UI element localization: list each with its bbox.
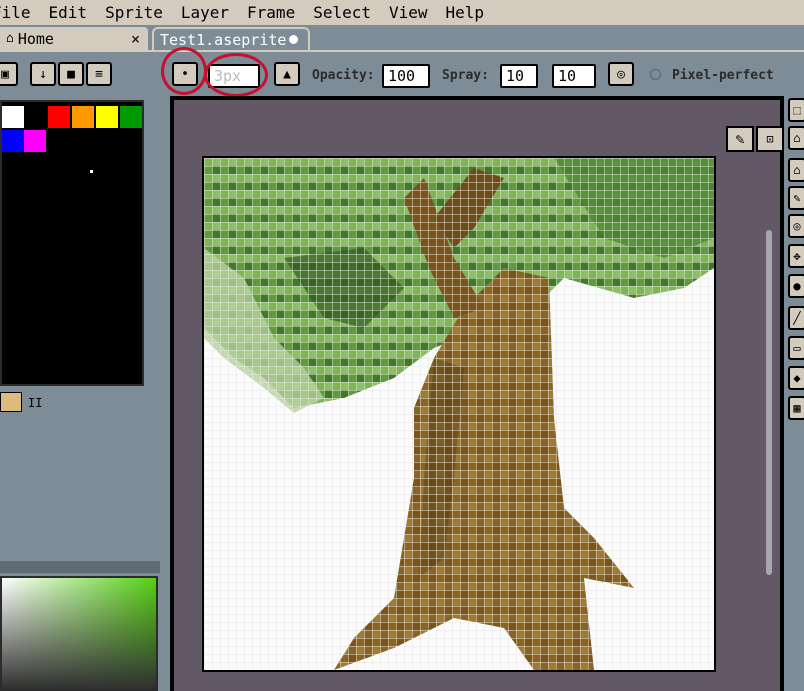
tab-test1-label: Test1.aseprite (160, 30, 287, 49)
palette-swatch-orange[interactable] (72, 106, 94, 128)
move-tool-icon[interactable]: ✥ (788, 244, 804, 268)
tab-home[interactable]: ⌂ Home × (0, 27, 148, 50)
annotation-circle-brush-type (161, 47, 207, 95)
lock-icon[interactable]: ▣ (0, 62, 18, 86)
spray-label: Spray: (442, 68, 489, 83)
marquee-tool-icon[interactable]: ⬚ (788, 98, 804, 122)
lock-toggle-icon[interactable]: ⊡ (756, 126, 784, 152)
brush-shape-icon[interactable]: ▲ (274, 62, 300, 86)
palette-swatch-blue[interactable] (2, 130, 24, 152)
lasso-tool-icon[interactable]: ⌂ (788, 126, 804, 150)
menu-edit[interactable]: Edit (49, 3, 88, 22)
panel-divider[interactable] (0, 561, 160, 573)
pixel-perfect-checkbox[interactable] (650, 69, 661, 80)
menu-view[interactable]: View (389, 3, 428, 22)
modified-dot-icon (289, 35, 298, 44)
sprite-canvas[interactable] (202, 156, 716, 672)
tab-test1[interactable]: Test1.aseprite (152, 27, 310, 50)
blur-tool-icon[interactable]: ▦ (788, 396, 804, 420)
pixel-perfect-label: Pixel-perfect (672, 68, 774, 83)
zoom-tool-icon[interactable]: ◎ (788, 214, 804, 238)
menu-sprite[interactable]: Sprite (105, 3, 163, 22)
fill-tool-icon[interactable]: ● (788, 274, 804, 298)
pencil-tool-icon[interactable]: ✎ (788, 186, 804, 210)
spray-width-input[interactable]: 10 (500, 64, 538, 88)
pencil-icon[interactable]: ✎ (726, 126, 754, 152)
square-button[interactable]: ■ (58, 62, 84, 86)
menu-layer[interactable]: Layer (181, 3, 229, 22)
palette-swatch-red[interactable] (48, 106, 70, 128)
menu-button[interactable]: ≡ (86, 62, 112, 86)
palette-options-label[interactable]: II (28, 396, 42, 410)
opacity-input[interactable]: 100 (382, 64, 430, 88)
menu-file[interactable]: File (0, 3, 31, 22)
annotation-circle-brush-size (204, 53, 268, 97)
close-icon[interactable]: × (131, 30, 140, 48)
menu-frame[interactable]: Frame (247, 3, 295, 22)
tab-bar: ⌂ Home × Test1.aseprite (0, 25, 804, 50)
line-tool-icon[interactable]: ╱ (788, 306, 804, 330)
spray-speed-input[interactable]: 10 (552, 64, 596, 88)
menu-bar: File Edit Sprite Layer Frame Select View… (0, 0, 804, 25)
contour-tool-icon[interactable]: ◆ (788, 366, 804, 390)
left-panel: II (0, 96, 160, 691)
palette-swatch-white[interactable] (2, 106, 24, 128)
menu-select[interactable]: Select (313, 3, 371, 22)
vertical-scrollbar[interactable] (766, 230, 772, 575)
opacity-label: Opacity: (312, 68, 375, 83)
tab-home-label: Home (17, 29, 54, 48)
down-arrow-button[interactable]: ↓ (30, 62, 56, 86)
palette-swatch-magenta[interactable] (24, 130, 46, 152)
spray-settings-icon[interactable]: ◎ (608, 62, 634, 86)
context-toolbar: ▣ ↓ ■ ≡ • 3px ▲ Opacity: 100 Spray: 10 1… (0, 50, 804, 96)
home-icon: ⌂ (6, 31, 14, 46)
foreground-color-swatch[interactable] (0, 392, 22, 412)
color-palette (0, 100, 144, 386)
rectangle-tool-icon[interactable]: ▭ (788, 336, 804, 360)
palette-swatch-yellow[interactable] (96, 106, 118, 128)
color-picker[interactable] (0, 576, 158, 691)
palette-cursor (90, 170, 93, 173)
palette-swatch-green[interactable] (120, 106, 142, 128)
menu-help[interactable]: Help (446, 3, 485, 22)
tree-artwork (204, 158, 714, 670)
eraser-tool-icon[interactable]: ⌂ (788, 158, 804, 182)
